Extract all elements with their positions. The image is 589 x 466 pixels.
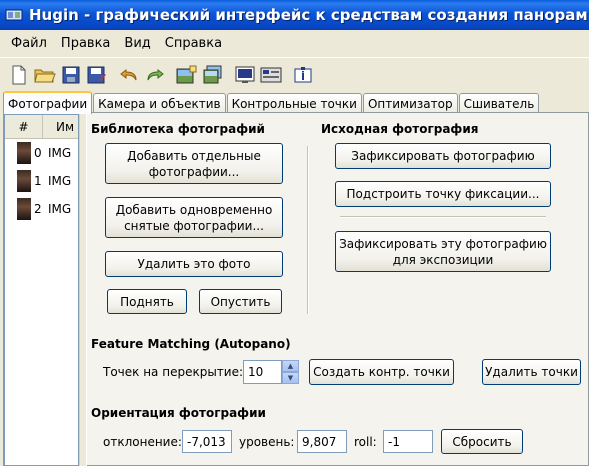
info-icon[interactable] <box>290 62 316 88</box>
spin-down-icon[interactable]: ▼ <box>282 372 299 384</box>
anchor-divider <box>340 216 546 218</box>
yaw-label: отклонение: <box>103 435 182 449</box>
image-number: 2 <box>34 202 42 216</box>
points-spinner[interactable]: ▲ ▼ <box>282 360 299 384</box>
image-name: IMG <box>48 174 72 188</box>
move-down-button[interactable]: Опустить <box>199 289 282 314</box>
roll-label: roll: <box>354 435 377 449</box>
add-individual-photos-button[interactable]: Добавить отдельные фотографии... <box>105 143 283 184</box>
image-thumbnail <box>17 142 31 164</box>
yaw-input[interactable]: -7,013 <box>182 430 232 453</box>
image-thumbnail <box>17 198 31 220</box>
image-thumbnail <box>17 170 31 192</box>
menu-edit[interactable]: Правка <box>54 36 117 51</box>
pitch-label: уровень: <box>239 435 295 449</box>
image-number: 1 <box>34 174 42 188</box>
title-bar: Hugin - графический интерфейс к средства… <box>0 0 589 30</box>
image-list[interactable]: # Им 0 IMG 1 IMG 2 IMG <box>4 114 79 466</box>
menu-bar: Файл Правка Вид Справка <box>0 30 589 56</box>
library-heading: Библиотека фотографий <box>91 122 265 136</box>
list-item[interactable]: 0 IMG <box>5 139 78 167</box>
hugin-app-icon <box>5 9 23 21</box>
tab-stitcher[interactable]: Сшиватель <box>458 93 540 113</box>
tab-camera-lens[interactable]: Камера и объектив <box>93 93 226 113</box>
image-name: IMG <box>48 146 72 160</box>
anchor-heading: Исходная фотография <box>321 122 479 136</box>
reset-orientation-button[interactable]: Сбросить <box>441 429 523 454</box>
panel-splitter[interactable] <box>79 114 87 466</box>
delete-points-button[interactable]: Удалить точки <box>482 359 581 385</box>
menu-file[interactable]: Файл <box>4 36 54 51</box>
move-up-button[interactable]: Поднять <box>107 289 187 314</box>
orientation-heading: Ориентация фотографии <box>91 406 266 420</box>
set-anchor-button[interactable]: Зафиксировать фотографию <box>335 143 551 169</box>
redo-icon[interactable] <box>142 62 168 88</box>
points-per-overlap-label: Точек на перекрытие: <box>103 365 244 379</box>
roll-input[interactable]: -1 <box>383 430 433 453</box>
menu-help[interactable]: Справка <box>158 36 229 51</box>
add-time-series-icon[interactable] <box>200 62 226 88</box>
undo-icon[interactable] <box>116 62 142 88</box>
save-as-icon[interactable] <box>84 62 110 88</box>
add-image-icon[interactable] <box>174 62 200 88</box>
remove-photo-button[interactable]: Удалить это фото <box>105 251 283 277</box>
tab-control-points[interactable]: Контрольные точки <box>226 93 362 113</box>
pitch-input[interactable]: 9,807 <box>297 430 347 453</box>
window-title: Hugin - графический интерфейс к средства… <box>29 6 588 24</box>
feature-matching-heading: Feature Matching (Autopano) <box>91 337 291 351</box>
image-number: 0 <box>34 146 42 160</box>
points-per-overlap-input[interactable]: 10 <box>243 360 282 384</box>
image-list-header: # Им <box>5 115 78 139</box>
save-icon[interactable] <box>58 62 84 88</box>
list-item[interactable]: 2 IMG <box>5 195 78 223</box>
tab-bar: Фотографии Камера и объектив Контрольные… <box>3 91 540 114</box>
fit-anchor-button[interactable]: Подстроить точку фиксации... <box>335 181 551 207</box>
create-control-points-button[interactable]: Создать контр. точки <box>309 359 454 385</box>
preview-icon[interactable] <box>232 62 258 88</box>
list-item[interactable]: 1 IMG <box>5 167 78 195</box>
toolbar <box>0 57 589 91</box>
tab-photos[interactable]: Фотографии <box>3 91 93 114</box>
menu-view[interactable]: Вид <box>117 36 157 51</box>
new-file-icon[interactable] <box>6 62 32 88</box>
gl-preview-icon[interactable] <box>258 62 284 88</box>
spin-up-icon[interactable]: ▲ <box>282 360 299 372</box>
column-header-name[interactable]: Им <box>43 115 74 138</box>
column-header-number[interactable]: # <box>5 115 43 138</box>
open-folder-icon[interactable] <box>32 62 58 88</box>
set-exposure-anchor-button[interactable]: Зафиксировать эту фотографию для экспози… <box>335 231 551 272</box>
tab-optimizer[interactable]: Оптимизатор <box>362 93 458 113</box>
image-name: IMG <box>48 202 72 216</box>
section-divider <box>307 146 309 314</box>
add-series-photos-button[interactable]: Добавить одновременно снятые фотографии.… <box>105 197 283 238</box>
